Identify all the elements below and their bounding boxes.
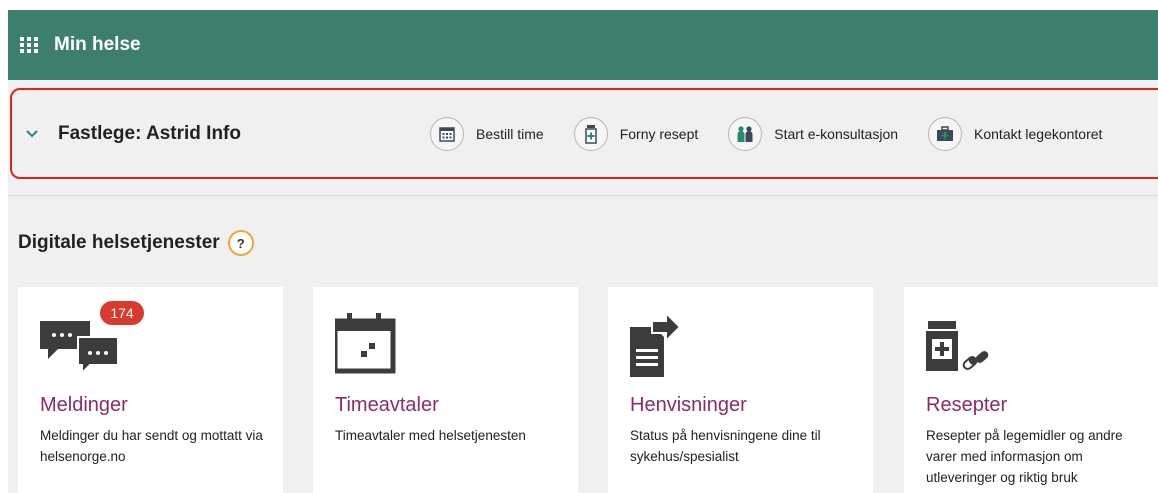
start-econsultation-label: Start e-konsultasjon [774, 125, 899, 142]
section-title: Digitale helsetjenester [18, 232, 220, 253]
card-description: Status på henvisningene dine til sykehus… [630, 428, 821, 464]
section-heading: Digitale helsetjenester ? [18, 230, 254, 256]
medical-kit-icon [928, 116, 963, 151]
prescription-icon [926, 297, 1036, 377]
page-frame: Min helse Fastlege: Astrid Info Bestill … [8, 10, 1158, 493]
book-appointment-label: Bestill time [476, 125, 544, 142]
card-description: Timeavtaler med helsetjenesten [335, 428, 526, 443]
pill-bottle-icon [573, 116, 608, 151]
chevron-down-icon[interactable] [26, 128, 38, 140]
gp-name: Fastlege: Astrid Info [58, 122, 241, 144]
document-arrow-icon [630, 297, 740, 377]
renew-prescription-button[interactable]: Forny resept [573, 116, 699, 151]
app-title: Min helse [54, 34, 141, 55]
card-description: Meldinger du har sendt og mottatt via he… [40, 428, 263, 464]
gp-bar: Fastlege: Astrid Info Bestill time Forny… [10, 88, 1158, 179]
apps-grid-icon[interactable] [20, 37, 38, 53]
calendar-icon [332, 297, 445, 377]
gp-actions: Bestill time Forny resept Start e-konsul… [430, 90, 1132, 177]
card-title: Meldinger [40, 394, 128, 416]
card-title: Timeavtaler [335, 394, 439, 416]
card-description: Resepter på legemidler og andre varer me… [926, 428, 1123, 485]
card-henvisninger[interactable]: Henvisninger Status på henvisningene din… [608, 287, 873, 493]
contact-office-label: Kontakt legekontoret [974, 125, 1103, 142]
contact-office-button[interactable]: Kontakt legekontoret [928, 116, 1103, 151]
divider [8, 195, 1158, 196]
start-econsultation-button[interactable]: Start e-konsultasjon [728, 116, 899, 151]
card-timeavtaler[interactable]: Timeavtaler Timeavtaler med helsetjenest… [313, 287, 578, 493]
card-resepter[interactable]: Resepter Resepter på legemidler og andre… [904, 287, 1158, 493]
card-meldinger[interactable]: 174 Meldinger Meldinger du har sendt og … [18, 287, 283, 493]
renew-prescription-label: Forny resept [619, 125, 699, 142]
top-bar: Min helse [8, 10, 1158, 80]
help-button[interactable]: ? [227, 230, 254, 256]
unread-count-badge: 174 [100, 301, 144, 325]
book-appointment-button[interactable]: Bestill time [430, 116, 544, 151]
card-title: Henvisninger [630, 394, 747, 416]
card-title: Resepter [926, 394, 1008, 416]
people-icon [728, 116, 763, 151]
calendar-icon [430, 116, 464, 151]
